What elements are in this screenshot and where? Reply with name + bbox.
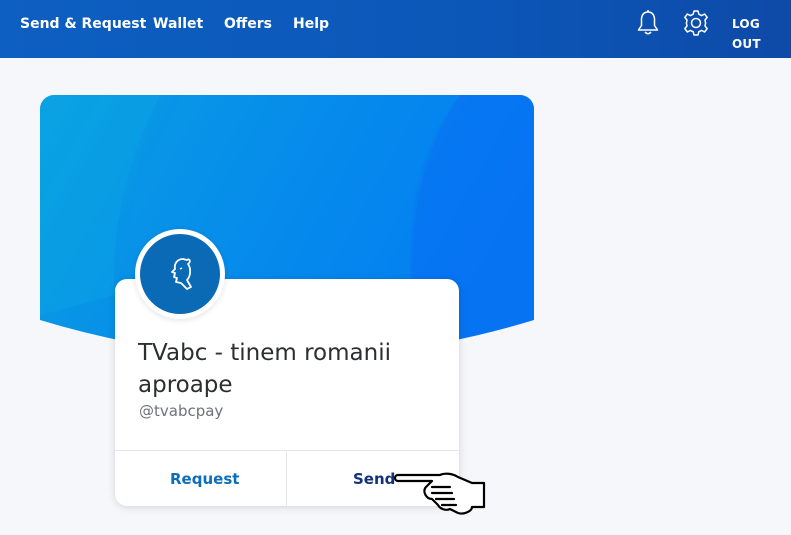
avatar-circle: [140, 234, 220, 314]
nav-send-request[interactable]: Send & Request: [20, 14, 146, 34]
send-button[interactable]: Send: [353, 468, 395, 490]
nav-help[interactable]: Help: [293, 14, 329, 34]
pointing-hand-cursor-icon: [392, 469, 490, 517]
profile-silhouette-icon: [171, 258, 192, 290]
nav-offers[interactable]: Offers: [224, 14, 272, 34]
logout-button[interactable]: LOG OUT: [732, 14, 791, 51]
card-divider: [115, 450, 459, 451]
nav-wallet[interactable]: Wallet: [153, 14, 203, 34]
profile-handle: @tvabcpay: [139, 402, 224, 420]
request-button[interactable]: Request: [170, 468, 239, 490]
top-navigation-bar: Send & Request Wallet Offers Help LOG OU…: [0, 0, 791, 58]
avatar: [135, 229, 225, 319]
action-divider: [286, 451, 287, 506]
bell-icon[interactable]: [635, 9, 661, 37]
gear-icon[interactable]: [682, 9, 708, 37]
profile-name: TVabc - tinem romanii aproape: [138, 340, 391, 398]
